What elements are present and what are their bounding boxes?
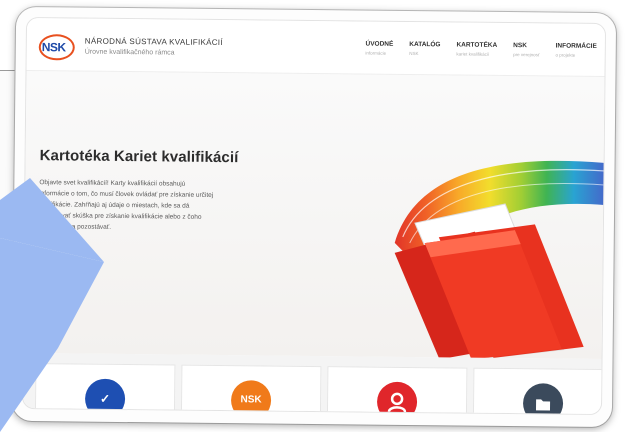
nav-item-kartoteka[interactable]: KARTOTÉKA kariet kvalifikácií — [456, 41, 497, 56]
feature-card[interactable] — [326, 366, 468, 416]
nav-item-katalog[interactable]: KATALÓG NSK — [409, 41, 440, 56]
nav-item-sublabel: informácie — [365, 50, 387, 56]
nav-item-label: INFORMÁCIE — [555, 42, 597, 50]
page-title: Kartotéka Kariet kvalifikácií — [39, 147, 239, 167]
hero-section: Kartotéka Kariet kvalifikácií Objavte sv… — [23, 70, 606, 361]
main-nav: ÚVODNÉ informácie KATALÓG NSK KARTOTÉKA … — [365, 41, 596, 58]
nav-item-sublabel: o projekte — [555, 52, 576, 58]
nav-item-uvodne[interactable]: ÚVODNÉ informácie — [365, 41, 393, 56]
browser-screen: NSK NÁRODNÁ SÚSTAVA KVALIFIKÁCIÍ Úrovne … — [21, 16, 607, 416]
nav-item-sublabel: kariet kvalifikácií — [456, 51, 490, 57]
feature-card[interactable]: NSK — [180, 364, 322, 416]
nav-item-sublabel: NSK — [409, 50, 419, 57]
nav-item-informacie[interactable]: INFORMÁCIE o projekte — [556, 43, 597, 58]
hero-description: Objavte svet kvalifikácií! Karty kvalifi… — [39, 177, 266, 234]
nav-item-label: KATALÓG — [409, 40, 441, 49]
user-icon — [376, 381, 418, 416]
nav-item-label: KARTOTÉKA — [456, 41, 498, 49]
nsk-logo[interactable]: NSK — [38, 34, 75, 61]
folders-illustration — [394, 160, 606, 361]
feature-card[interactable]: ✓ — [34, 363, 176, 416]
logo-text: NSK — [41, 40, 66, 55]
site-header: NSK NÁRODNÁ SÚSTAVA KVALIFIKÁCIÍ Úrovne … — [26, 17, 606, 78]
nav-item-nsk[interactable]: NSK pre verejnosť — [513, 42, 540, 57]
nav-item-sublabel: pre verejnosť — [513, 52, 540, 58]
nav-item-label: ÚVODNÉ — [365, 40, 394, 48]
brand-title[interactable]: NÁRODNÁ SÚSTAVA KVALIFIKÁCIÍ — [85, 37, 223, 47]
feature-card[interactable] — [472, 367, 607, 416]
nav-item-label: NSK — [513, 42, 527, 50]
tablet-device: NSK NÁRODNÁ SÚSTAVA KVALIFIKÁCIÍ Úrovne … — [11, 6, 617, 428]
nsk-icon: NSK — [230, 380, 272, 416]
hero-description-line: bude skúška pozostávať. — [38, 223, 112, 231]
feature-cards: ✓ NSK — [22, 352, 607, 416]
check-icon: ✓ — [84, 378, 126, 416]
folder-icon — [522, 383, 564, 416]
brand-subtitle: Úrovne kvalifikačného rámca — [84, 48, 175, 57]
